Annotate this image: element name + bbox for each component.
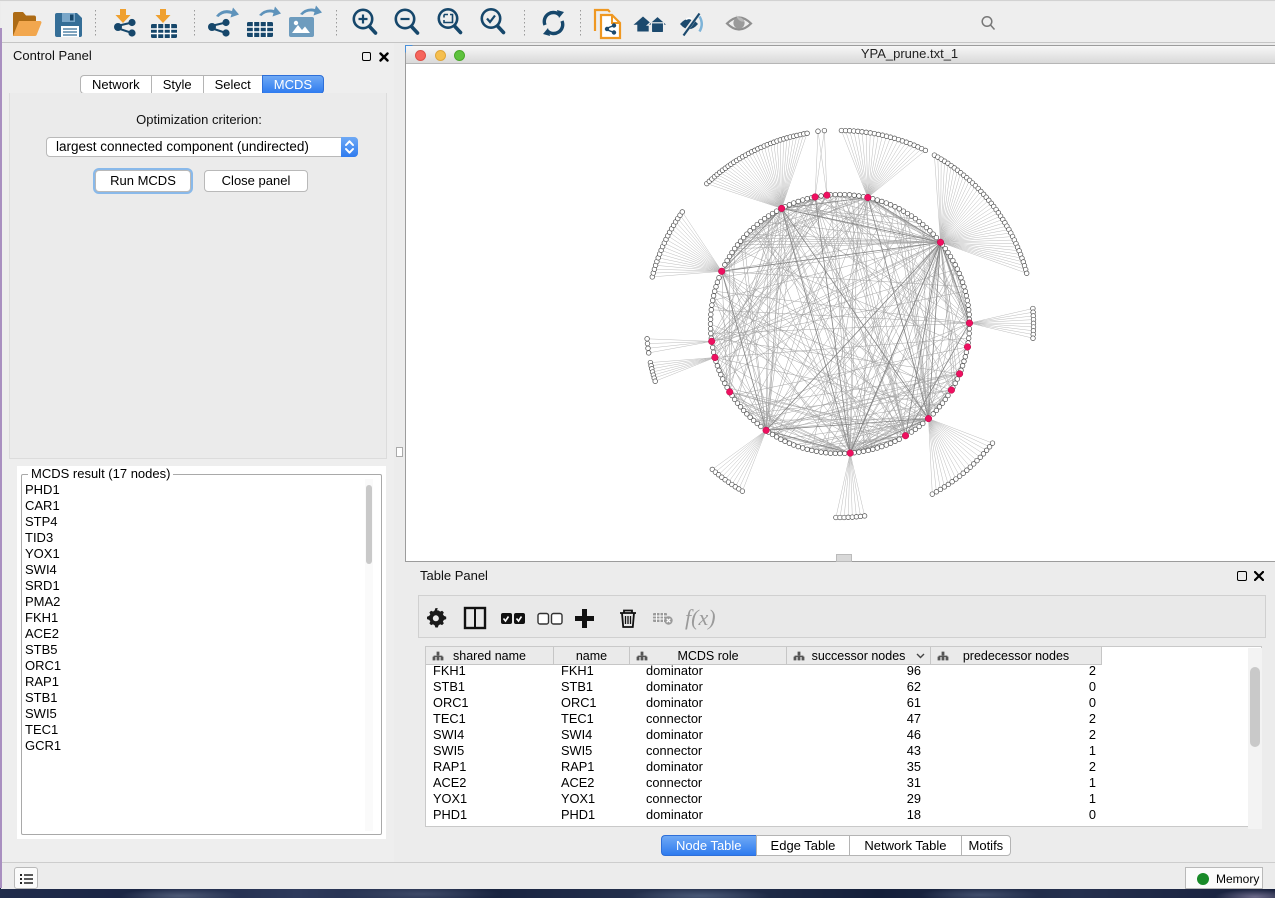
svg-text:f(x): f(x): [685, 605, 716, 630]
